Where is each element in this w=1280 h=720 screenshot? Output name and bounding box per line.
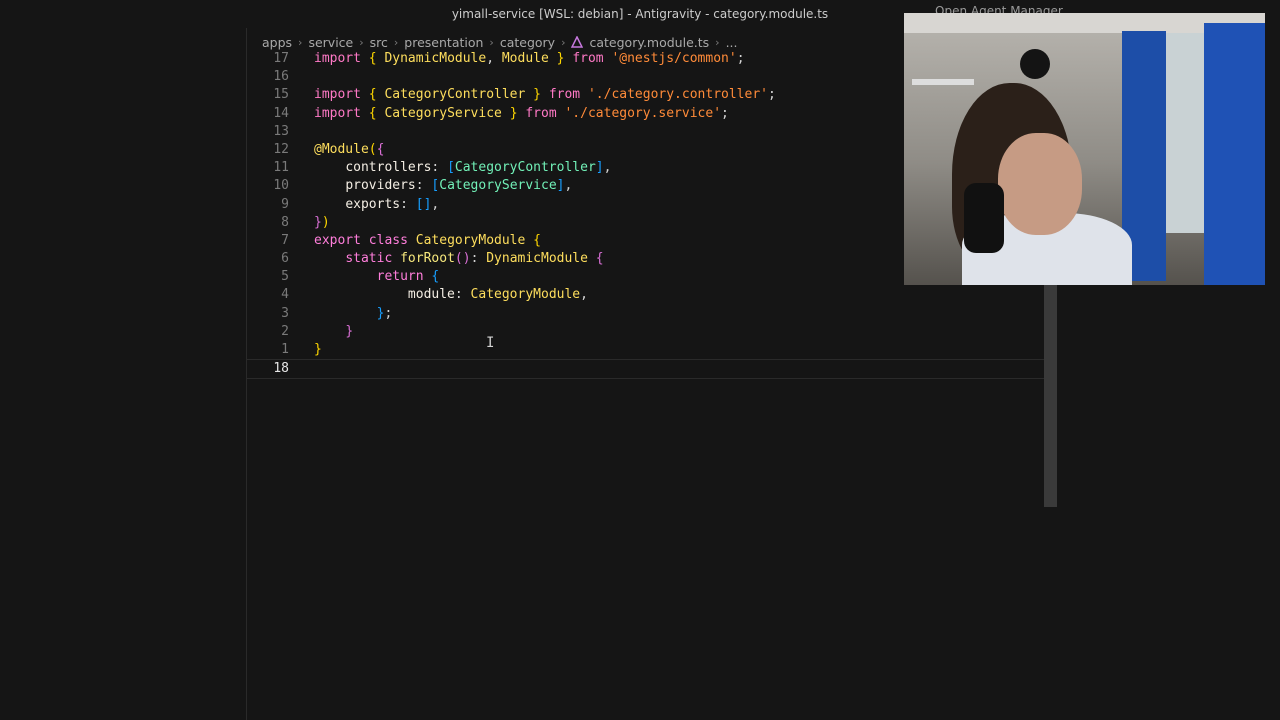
line-number: 13 xyxy=(273,123,289,139)
code-text: }; xyxy=(376,305,393,321)
webcam-overlay xyxy=(904,13,1265,285)
line-number: 2 xyxy=(281,323,289,339)
code-text: exports: [], xyxy=(345,196,440,212)
chevron-right-icon: › xyxy=(359,35,364,49)
line-number: 12 xyxy=(273,141,289,157)
code-text: return { xyxy=(376,269,440,285)
breadcrumb-item-apps[interactable]: apps xyxy=(262,35,292,50)
code-text: controllers: [CategoryController], xyxy=(345,160,612,176)
side-panel xyxy=(0,28,247,720)
line-number: 5 xyxy=(281,269,289,285)
line-number: 1 xyxy=(281,342,289,357)
line-number: 4 xyxy=(281,287,289,303)
code-text: export class CategoryModule { xyxy=(314,232,541,248)
line-number: 15 xyxy=(273,87,289,103)
line-number: 9 xyxy=(281,196,289,212)
line-number: 11 xyxy=(273,160,289,176)
chevron-right-icon: › xyxy=(561,35,566,49)
breadcrumb-item-src[interactable]: src xyxy=(370,35,388,50)
code-text: static forRoot(): DynamicModule { xyxy=(345,251,604,267)
chevron-right-icon: › xyxy=(393,35,399,49)
line-number: 14 xyxy=(273,105,289,121)
code-text: import { DynamicModule, Module } from '@… xyxy=(314,51,745,66)
breadcrumb-item-presentation[interactable]: presentation xyxy=(404,35,483,50)
code-text: } xyxy=(345,323,354,339)
breadcrumb-item-category[interactable]: category xyxy=(500,35,555,50)
text-cursor-icon: I xyxy=(486,335,495,351)
code-text: }) xyxy=(314,214,330,230)
file-ts-icon xyxy=(571,36,584,48)
code-text: import { CategoryService } from './categ… xyxy=(314,105,729,121)
code-text: } xyxy=(314,342,322,357)
code-line[interactable]: 2 } xyxy=(247,323,1044,341)
code-text: providers: [CategoryService], xyxy=(345,178,573,194)
line-number: 7 xyxy=(281,232,289,248)
breadcrumb: apps › service › src › presentation › ca… xyxy=(262,32,737,52)
code-line[interactable]: 3 }; xyxy=(247,305,1044,323)
code-line-current[interactable]: 18 xyxy=(247,359,1044,380)
line-number: 10 xyxy=(273,178,289,194)
breadcrumb-item-file[interactable]: category.module.ts xyxy=(589,35,709,50)
code-line[interactable]: 4 module: CategoryModule, xyxy=(247,286,1044,304)
line-number: 18 xyxy=(273,361,289,377)
code-text: import { CategoryController } from './ca… xyxy=(314,87,776,103)
line-number: 6 xyxy=(281,251,289,267)
breadcrumb-item-more[interactable]: ... xyxy=(726,35,738,50)
chevron-right-icon: › xyxy=(489,35,494,49)
line-number: 8 xyxy=(281,214,289,230)
breadcrumb-item-service[interactable]: service xyxy=(308,35,353,50)
line-number: 17 xyxy=(273,51,289,66)
chevron-right-icon: › xyxy=(715,35,720,49)
vertical-scrollbar[interactable] xyxy=(1044,285,1057,507)
code-text: @Module({ xyxy=(314,141,385,157)
line-number: 16 xyxy=(273,69,289,85)
line-number: 3 xyxy=(281,305,289,321)
chevron-right-icon: › xyxy=(298,35,303,49)
code-text: module: CategoryModule, xyxy=(407,287,588,303)
code-line[interactable]: 1 } xyxy=(247,341,1044,359)
